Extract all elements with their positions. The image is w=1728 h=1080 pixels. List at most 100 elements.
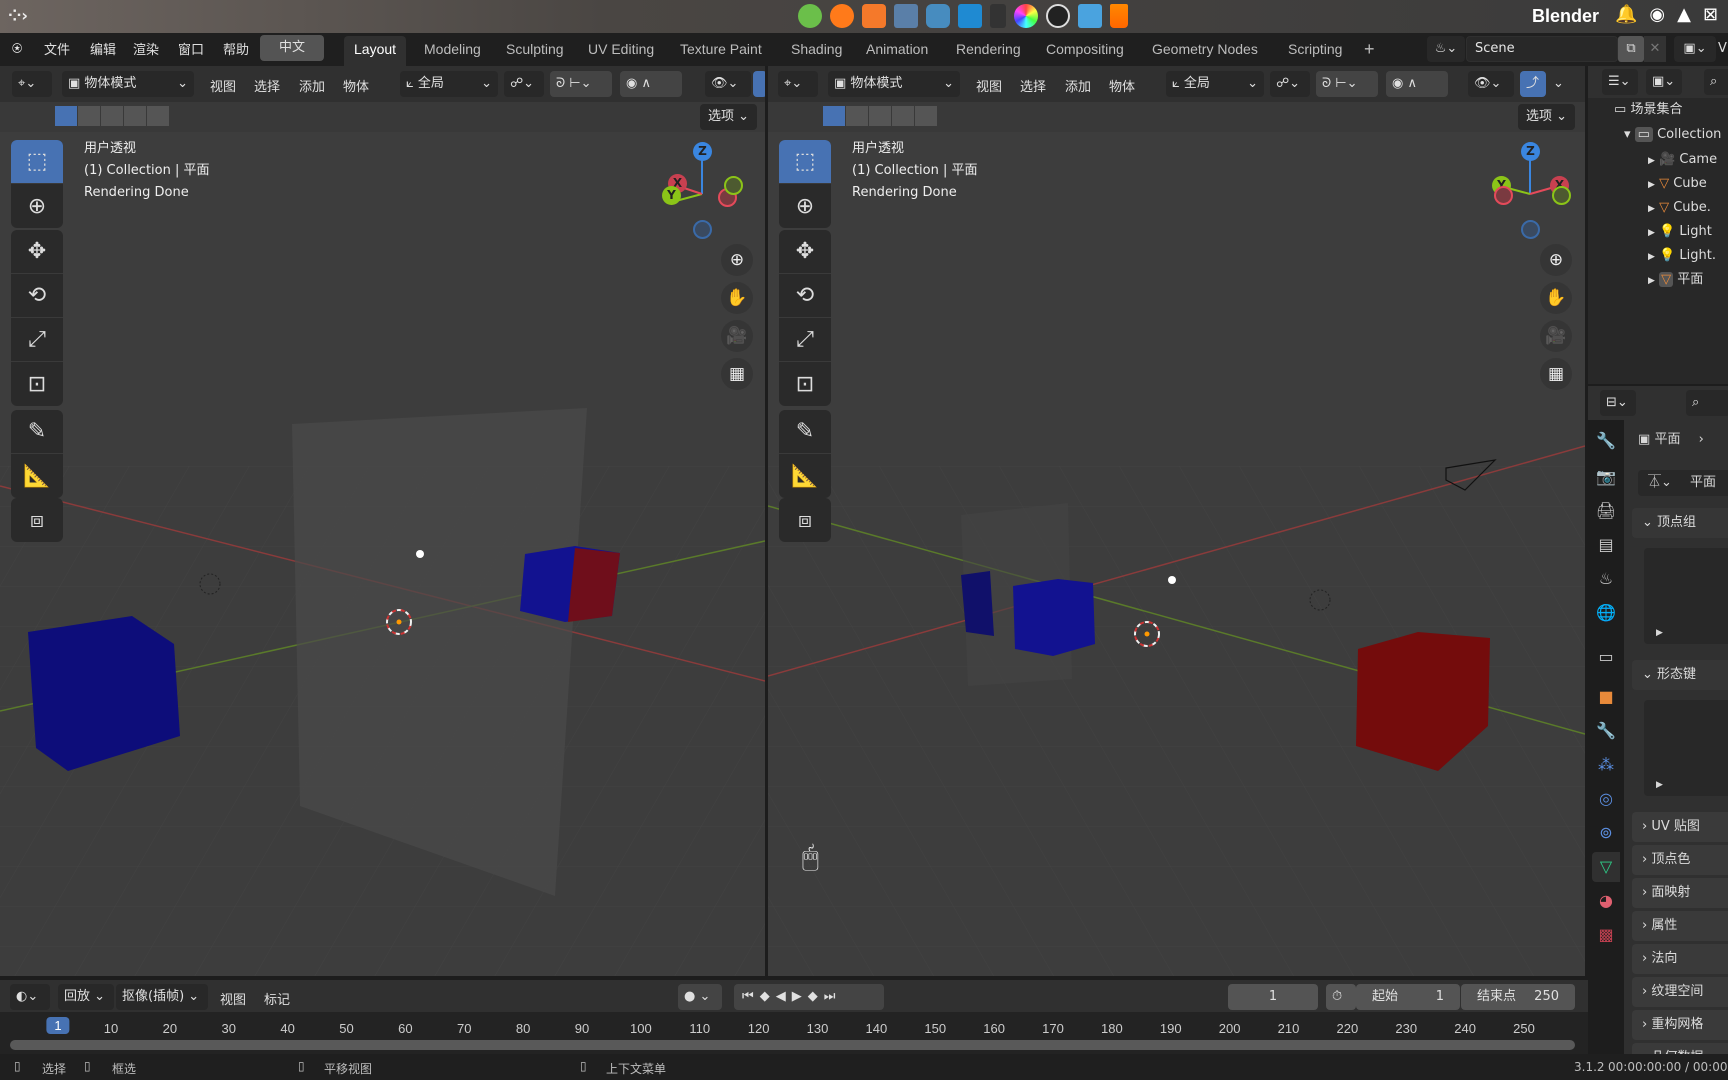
gizmo-z-axis[interactable]: Z <box>1521 142 1540 161</box>
gizmo-dropdown-icon[interactable]: ⌄ <box>1553 76 1564 91</box>
outliner-collection[interactable]: ▾ ▭ Collection <box>1624 123 1721 147</box>
panel-vertex-groups[interactable]: ⌄ 顶点组 <box>1632 508 1728 538</box>
pan-hand-icon[interactable]: ✋ <box>721 282 753 314</box>
proportional-edit-icon[interactable]: ◉ ∧ <box>1386 71 1448 97</box>
new-scene-icon[interactable]: ⧉ <box>1618 36 1644 62</box>
options-dropdown[interactable]: 选项 ⌄ <box>1518 104 1576 130</box>
gizmo-neg-z[interactable] <box>1521 220 1540 239</box>
tab-modeling[interactable]: Modeling <box>414 36 491 66</box>
language-button[interactable]: 中文 <box>260 35 324 61</box>
tool-tab-icon[interactable]: 🔧 <box>1592 426 1620 456</box>
menu-object[interactable]: 物体 <box>343 76 369 95</box>
panel-uv-maps[interactable]: › UV 贴图 <box>1632 812 1728 842</box>
panel-normals[interactable]: › 法向 <box>1632 944 1728 974</box>
options-dropdown[interactable]: 选项 ⌄ <box>700 104 758 130</box>
notification-bell-icon[interactable]: 🔔 <box>1615 4 1637 25</box>
menu-add[interactable]: 添加 <box>1065 76 1091 95</box>
select-box-tool[interactable]: ⬚ <box>779 140 831 184</box>
physics-tab-icon[interactable]: ◎ <box>1592 784 1620 814</box>
keying-dropdown[interactable]: 抠像(插帧) ⌄ <box>116 984 208 1010</box>
playback-dropdown[interactable]: 回放 ⌄ <box>58 984 114 1010</box>
cube-red-far[interactable] <box>568 548 620 622</box>
rotate-tool[interactable]: ⟲ <box>11 274 63 318</box>
obs-icon[interactable]: ◉ <box>1649 4 1665 25</box>
annotate-tool[interactable]: ✎ <box>779 410 831 454</box>
gizmo-neg-z[interactable] <box>693 220 712 239</box>
menu-add[interactable]: 添加 <box>299 76 325 95</box>
display-mode-icon[interactable]: ☰⌄ <box>1602 69 1638 95</box>
transform-tool[interactable]: ⊡ <box>779 362 831 406</box>
gizmo-neg-x[interactable] <box>1494 186 1513 205</box>
tab-scripting[interactable]: Scripting <box>1278 36 1352 66</box>
obs-icon[interactable] <box>1046 4 1070 28</box>
viewport-left[interactable]: ⌖⌄ ▣ 物体模式 ⌄ 视图 选择 添加 物体 ⟀ 全局 ⌄ ☍⌄ ᘐ ⊢⌄ ◉… <box>0 66 765 976</box>
panel-face-maps[interactable]: › 面映射 <box>1632 878 1728 908</box>
menu-help[interactable]: 帮助 <box>223 39 249 58</box>
vlc-icon[interactable]: ▲ <box>1677 4 1691 25</box>
filter-icon[interactable]: ▣⌄ <box>1646 69 1682 95</box>
files-icon[interactable] <box>1078 4 1102 28</box>
gizmo-neg-y[interactable] <box>1552 186 1571 205</box>
pivot-point-icon[interactable]: ☍⌄ <box>504 71 544 97</box>
visibility-icon[interactable]: 👁⌄ <box>705 71 751 97</box>
output-tab-icon[interactable]: 🖨 <box>1592 496 1620 526</box>
viewport-right[interactable]: ⌖⌄ ▣ 物体模式 ⌄ 视图 选择 添加 物体 ⟀ 全局 ⌄ ☍⌄ ᘐ ⊢⌄ ◉… <box>768 66 1585 976</box>
texture-tab-icon[interactable]: ▩ <box>1592 920 1620 950</box>
snap-toggle-icon[interactable]: ᘐ ⊢⌄ <box>1316 71 1378 97</box>
scene-selector-icon[interactable]: ♨⌄ <box>1427 36 1465 62</box>
menu-window[interactable]: 窗口 <box>178 39 204 58</box>
particles-tab-icon[interactable]: ⁂ <box>1592 750 1620 780</box>
gizmo-z-axis[interactable]: Z <box>693 142 712 161</box>
tab-geometry-nodes[interactable]: Geometry Nodes <box>1142 36 1268 66</box>
pivot-point-icon[interactable]: ☍⌄ <box>1270 71 1310 97</box>
transform-orientation-dropdown[interactable]: ⟀ 全局 ⌄ <box>400 71 498 97</box>
ortho-grid-icon[interactable]: ▦ <box>721 358 753 390</box>
view-layer-tab-icon[interactable]: ▤ <box>1592 530 1620 560</box>
editor-type-icon[interactable]: ◐⌄ <box>10 984 50 1010</box>
jump-start-icon[interactable]: ⏮ <box>742 989 760 1004</box>
mesh-name-field[interactable]: 平面 <box>1682 470 1728 496</box>
color-picker-icon[interactable] <box>1014 4 1038 28</box>
panel-attributes[interactable]: › 属性 <box>1632 911 1728 941</box>
shape-keys-list[interactable]: ▶ <box>1644 700 1728 796</box>
selection-mode-buttons[interactable] <box>55 106 170 126</box>
blender-icon[interactable] <box>862 4 886 28</box>
tab-sculpting[interactable]: Sculpting <box>496 36 574 66</box>
camera-view-icon[interactable]: 🎥 <box>1540 320 1572 352</box>
ortho-grid-icon[interactable]: ▦ <box>1540 358 1572 390</box>
outliner-item[interactable]: ▶ ▽ Cube <box>1648 172 1707 196</box>
editor-type-icon[interactable]: ⌖⌄ <box>12 71 52 97</box>
godot-icon[interactable] <box>926 4 950 28</box>
outliner-item[interactable]: ▶ ▽ Cube. <box>1648 196 1711 220</box>
editor-type-icon[interactable]: ⊟⌄ <box>1600 390 1636 416</box>
object-tab-icon[interactable]: ■ <box>1592 682 1620 712</box>
proportional-edit-icon[interactable]: ◉ ∧ <box>620 71 682 97</box>
terminal-icon[interactable] <box>990 4 1006 28</box>
panel-vertex-colors[interactable]: › 顶点色 <box>1632 845 1728 875</box>
outliner-item[interactable]: ▶ 💡 Light <box>1648 220 1712 244</box>
next-keyframe-icon[interactable]: ◆ <box>808 989 824 1004</box>
timeline-body[interactable] <box>0 1012 1588 1060</box>
gizmo-toggle-icon[interactable]: ⤴ <box>1520 71 1546 97</box>
play-reverse-icon[interactable]: ◀ <box>776 989 792 1004</box>
add-cube-tool[interactable]: ⧈ <box>11 498 63 542</box>
measure-tool[interactable]: 📐 <box>11 454 63 498</box>
cube-blue-small[interactable] <box>961 571 994 636</box>
menu-object[interactable]: 物体 <box>1109 76 1135 95</box>
view-layer-icon[interactable]: ▣⌄ <box>1674 36 1716 62</box>
snap-toggle-icon[interactable]: ᘐ ⊢⌄ <box>550 71 612 97</box>
zoom-icon[interactable]: ⊕ <box>721 244 753 276</box>
menu-view[interactable]: 视图 <box>210 76 236 95</box>
scene-tab-icon[interactable]: ♨ <box>1592 564 1620 594</box>
world-tab-icon[interactable]: 🌐 <box>1592 598 1620 628</box>
outliner-item[interactable]: ▶ 🎥 Came <box>1648 148 1717 172</box>
add-workspace-button[interactable]: + <box>1354 36 1385 66</box>
gizmo-neg-y[interactable] <box>724 176 743 195</box>
end-frame-field[interactable]: 结束点 250 <box>1461 984 1575 1010</box>
modifier-tab-icon[interactable]: 🔧 <box>1592 716 1620 746</box>
tab-animation[interactable]: Animation <box>856 36 938 66</box>
stopwatch-icon[interactable]: ⏱ <box>1326 984 1356 1010</box>
vscode-icon[interactable] <box>958 4 982 28</box>
tab-shading[interactable]: Shading <box>781 36 852 66</box>
editor-type-icon[interactable]: ⌖⌄ <box>778 71 818 97</box>
